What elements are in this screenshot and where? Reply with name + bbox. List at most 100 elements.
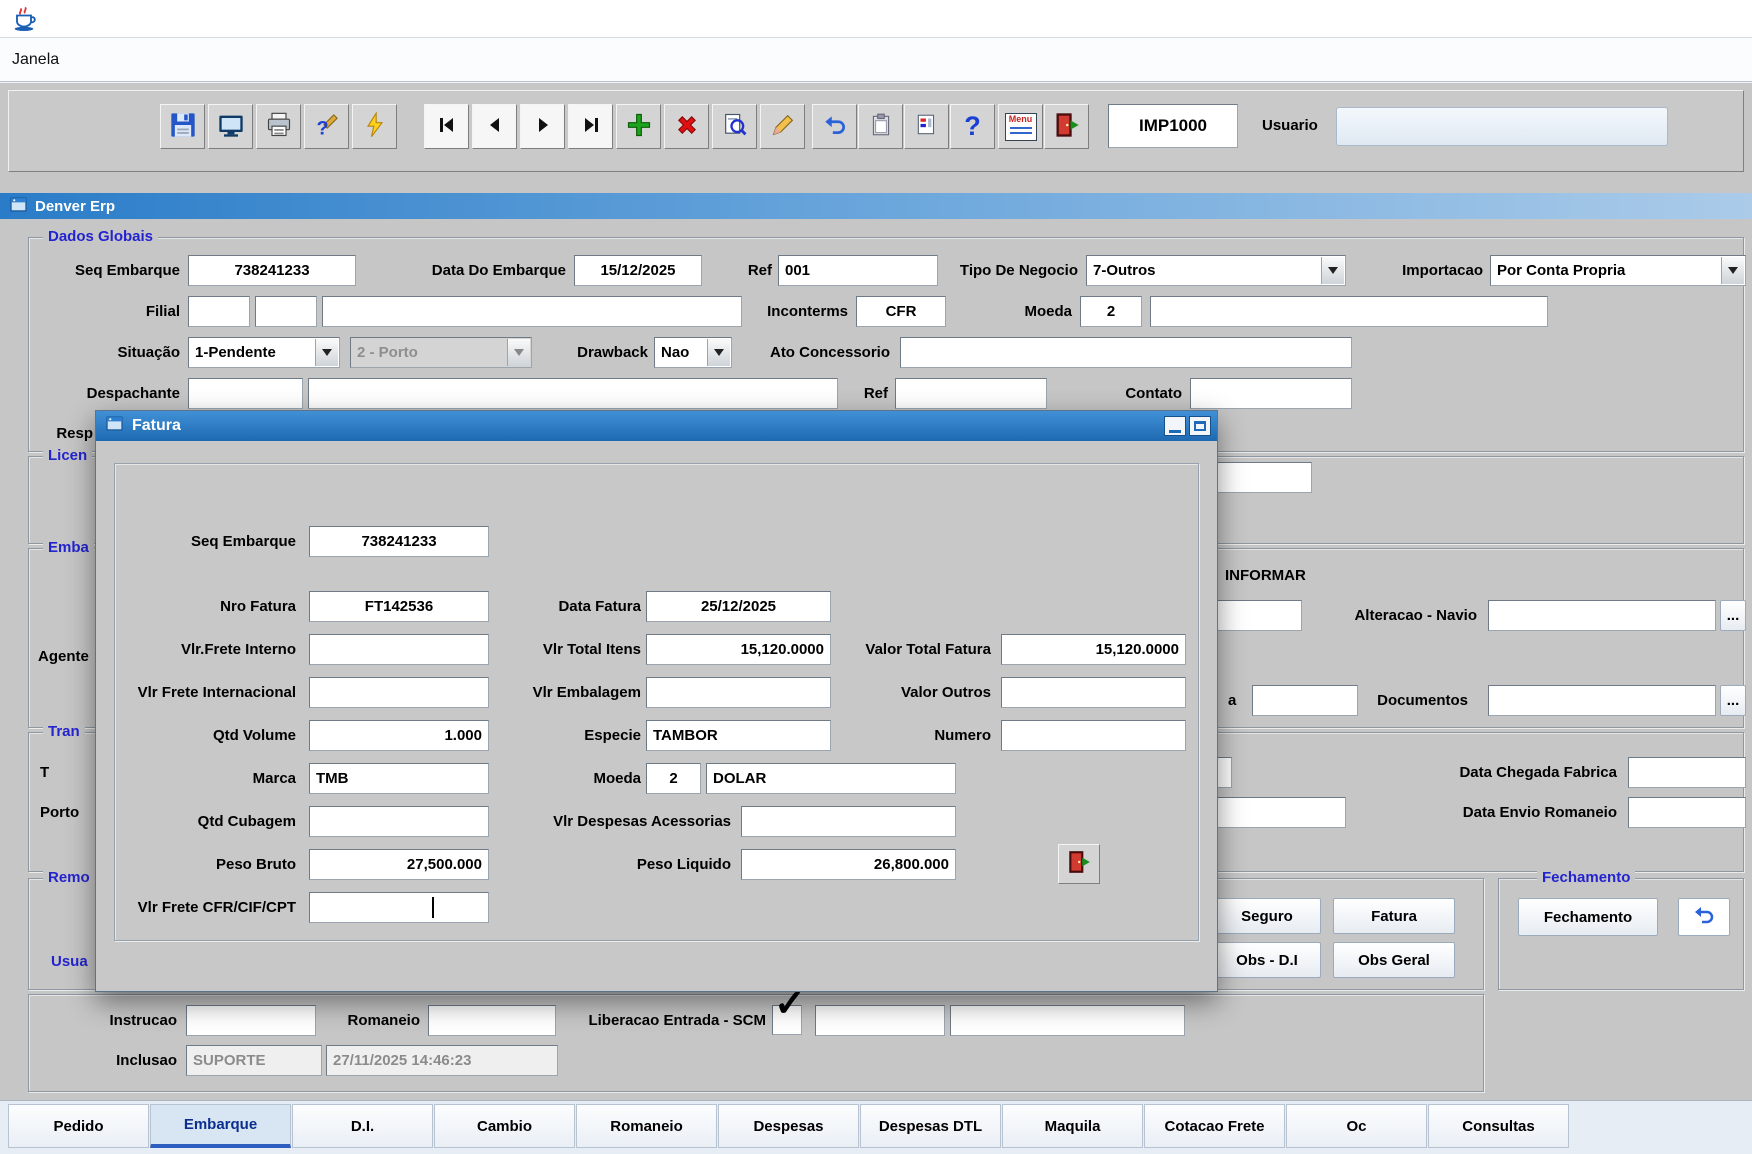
fatura-button[interactable]: Fatura xyxy=(1333,898,1455,934)
fatura-dialog-titlebar[interactable]: Fatura xyxy=(96,411,1217,441)
nav-prev-button[interactable] xyxy=(472,104,517,149)
inclusao-datetime-field: 27/11/2025 14:46:23 xyxy=(326,1045,558,1076)
find-icon xyxy=(721,111,749,143)
tab-maquila[interactable]: Maquila xyxy=(1002,1104,1143,1148)
chevron-down-icon[interactable] xyxy=(1321,257,1344,284)
filial-code-field[interactable] xyxy=(188,296,250,327)
filial-name-field[interactable] xyxy=(322,296,742,327)
documentos-more-button[interactable]: ... xyxy=(1720,685,1746,716)
instrucao-label: Instrucao xyxy=(93,1005,177,1036)
despachante-code-field[interactable] xyxy=(188,378,303,409)
fatura-exit-button[interactable] xyxy=(1058,844,1100,884)
fatura-moeda-desc-field[interactable]: DOLAR xyxy=(706,763,956,794)
contato-field[interactable] xyxy=(1190,378,1352,409)
vlr-despesas-acessorias-field[interactable] xyxy=(741,806,956,837)
licenca-group-label: Licen xyxy=(43,446,92,466)
documentos-field[interactable] xyxy=(1488,685,1716,716)
maximize-button[interactable] xyxy=(1189,416,1211,436)
audit-button[interactable] xyxy=(904,104,949,149)
ref2-field[interactable] xyxy=(895,378,1047,409)
valor-total-fatura-field[interactable]: 15,120.0000 xyxy=(1001,634,1186,665)
liberacao-field-1[interactable] xyxy=(815,1005,945,1036)
liberacao-field-2[interactable] xyxy=(950,1005,1185,1036)
fechamento-undo-button[interactable] xyxy=(1678,898,1730,936)
menu-janela[interactable]: Janela xyxy=(12,51,59,69)
main-window-titlebar: Denver Erp xyxy=(0,193,1752,219)
print-button[interactable] xyxy=(256,104,301,149)
fatura-moeda-code-field[interactable]: 2 xyxy=(646,763,701,794)
tab-cambio[interactable]: Cambio xyxy=(434,1104,575,1148)
tab-romaneio[interactable]: Romaneio xyxy=(576,1104,717,1148)
peso-liquido-field[interactable]: 26,800.000 xyxy=(741,849,956,880)
tipo-negocio-label: Tipo De Negocio xyxy=(938,255,1078,286)
fatura-seq-embarque-label: Seq Embarque xyxy=(96,526,296,557)
instrucao-field[interactable] xyxy=(186,1005,316,1036)
filial-code2-field[interactable] xyxy=(255,296,317,327)
obs-di-button[interactable]: Obs - D.I xyxy=(1213,942,1321,978)
save-button[interactable] xyxy=(160,104,205,149)
importacao-dropdown[interactable]: Por Conta Propria xyxy=(1490,255,1746,286)
wizard-run-button[interactable] xyxy=(352,104,397,149)
find-button[interactable] xyxy=(712,104,757,149)
tab-consultas[interactable]: Consultas xyxy=(1428,1104,1569,1148)
romaneio-field[interactable] xyxy=(428,1005,556,1036)
exit-button[interactable] xyxy=(1044,104,1089,149)
despachante-name-field[interactable] xyxy=(308,378,838,409)
ref-field[interactable]: 001 xyxy=(778,255,938,286)
undo-button[interactable] xyxy=(812,104,857,149)
tab-despesas-dtl[interactable]: Despesas DTL xyxy=(860,1104,1001,1148)
add-record-button[interactable] xyxy=(616,104,661,149)
edit-button[interactable] xyxy=(760,104,805,149)
program-code-field[interactable]: IMP1000 xyxy=(1108,104,1238,148)
paste-button[interactable] xyxy=(858,104,903,149)
usuario-input[interactable] xyxy=(1336,107,1668,146)
fechamento-button[interactable]: Fechamento xyxy=(1518,898,1658,936)
data-envio-romaneio-field[interactable] xyxy=(1628,797,1746,828)
audit-icon xyxy=(914,112,940,142)
vlr-frete-cfr-field[interactable] xyxy=(309,892,489,923)
inconterms-field[interactable]: CFR xyxy=(856,296,946,327)
importacao-value: Por Conta Propria xyxy=(1497,262,1625,279)
moeda-desc-field[interactable] xyxy=(1150,296,1548,327)
inconterms-label: Inconterms xyxy=(738,296,848,327)
fatura-seq-embarque-field[interactable]: 738241233 xyxy=(309,526,489,557)
numero-field[interactable] xyxy=(1001,720,1186,751)
tab-pedido[interactable]: Pedido xyxy=(8,1104,149,1148)
screen-button[interactable] xyxy=(208,104,253,149)
tab-embarque[interactable]: Embarque xyxy=(150,1104,291,1148)
delete-record-button[interactable] xyxy=(664,104,709,149)
tab-di[interactable]: D.I. xyxy=(292,1104,433,1148)
ato-concessorio-field[interactable] xyxy=(900,337,1352,368)
help-button[interactable]: ? xyxy=(950,104,995,149)
obs-geral-button[interactable]: Obs Geral xyxy=(1333,942,1455,978)
data-chegada-fabrica-field[interactable] xyxy=(1628,757,1746,788)
tipo-negocio-dropdown[interactable]: 7-Outros xyxy=(1086,255,1346,286)
chevron-down-icon[interactable] xyxy=(707,339,730,366)
nav-first-icon xyxy=(435,113,459,141)
menu-button[interactable]: Menu xyxy=(998,104,1043,149)
chevron-down-icon[interactable] xyxy=(1721,257,1744,284)
nav-last-button[interactable] xyxy=(568,104,613,149)
seq-embarque-field[interactable]: 738241233 xyxy=(188,255,356,286)
alteracao-navio-field[interactable] xyxy=(1488,600,1716,631)
menu-icon: Menu xyxy=(1005,113,1037,141)
data-embarque-field[interactable]: 15/12/2025 xyxy=(574,255,702,286)
seguro-button[interactable]: Seguro xyxy=(1213,898,1321,934)
situacao-dropdown[interactable]: 1-Pendente xyxy=(188,337,340,368)
drawback-dropdown[interactable]: Nao xyxy=(654,337,732,368)
wizard-help-button[interactable]: ? xyxy=(304,104,349,149)
embarque-small-field[interactable] xyxy=(1252,685,1358,716)
nav-next-button[interactable] xyxy=(520,104,565,149)
inclusao-user-field: SUPORTE xyxy=(186,1045,322,1076)
moeda-code-field[interactable]: 2 xyxy=(1080,296,1142,327)
valor-outros-field[interactable] xyxy=(1001,677,1186,708)
tab-oc[interactable]: Oc xyxy=(1286,1104,1427,1148)
alteracao-navio-more-button[interactable]: ... xyxy=(1720,600,1746,631)
nav-first-button[interactable] xyxy=(424,104,469,149)
minimize-button[interactable] xyxy=(1164,416,1186,436)
seq-embarque-label: Seq Embarque xyxy=(38,255,180,286)
data-fatura-field[interactable]: 25/12/2025 xyxy=(646,591,831,622)
tab-despesas[interactable]: Despesas xyxy=(718,1104,859,1148)
tab-cotacao-frete[interactable]: Cotacao Frete xyxy=(1144,1104,1285,1148)
chevron-down-icon[interactable] xyxy=(315,339,338,366)
